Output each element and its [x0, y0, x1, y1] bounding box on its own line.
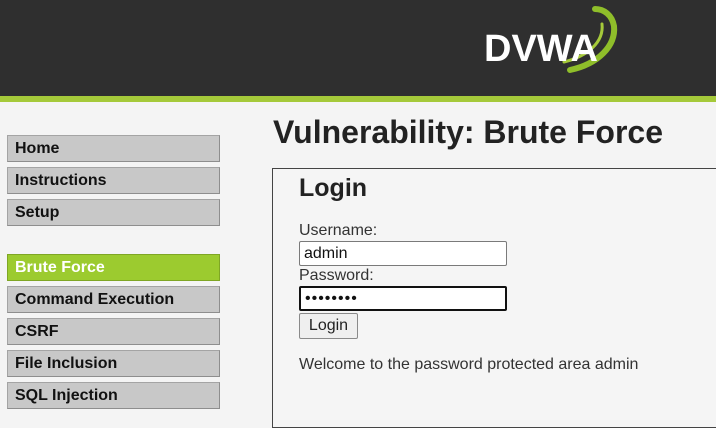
password-label: Password: — [299, 267, 374, 284]
main-menu: Home Instructions Setup — [7, 135, 220, 231]
nav-item-command-execution[interactable]: Command Execution — [7, 286, 220, 313]
nav-item-instructions[interactable]: Instructions — [7, 167, 220, 194]
nav-item-sql-injection[interactable]: SQL Injection — [7, 382, 220, 409]
username-label: Username: — [299, 222, 378, 239]
header-accent-bar — [0, 96, 716, 102]
login-heading: Login — [299, 174, 368, 202]
nav-item-home[interactable]: Home — [7, 135, 220, 162]
nav-item-setup[interactable]: Setup — [7, 199, 220, 226]
password-field[interactable] — [299, 286, 507, 311]
login-button[interactable]: Login — [299, 313, 358, 339]
dvwa-logo: DVWA — [484, 6, 618, 73]
vulnerability-menu: Brute Force Command Execution CSRF File … — [7, 254, 220, 414]
nav-item-csrf[interactable]: CSRF — [7, 318, 220, 345]
nav-item-file-inclusion[interactable]: File Inclusion — [7, 350, 220, 377]
logo-text: DVWA — [484, 28, 598, 70]
username-field[interactable] — [299, 241, 507, 266]
welcome-message: Welcome to the password protected area a… — [299, 356, 639, 373]
nav-item-brute-force[interactable]: Brute Force — [7, 254, 220, 281]
page-title: Vulnerability: Brute Force — [273, 114, 663, 150]
